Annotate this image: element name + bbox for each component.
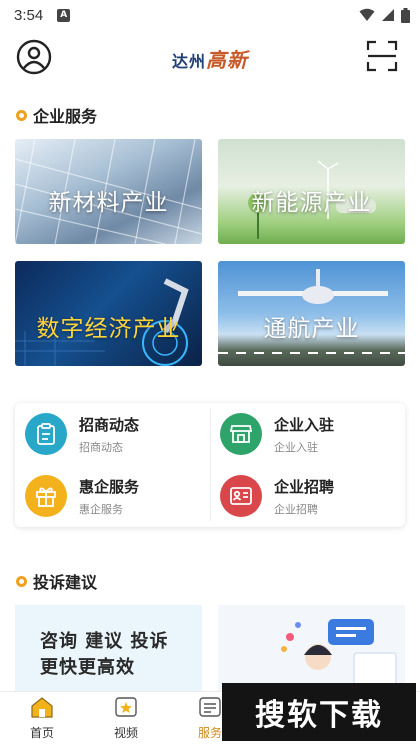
section-title-text: 企业服务 <box>33 107 98 126</box>
home-icon <box>31 697 53 718</box>
signal-icon <box>382 9 394 21</box>
tab-label: 首页 <box>29 726 54 740</box>
service-subtitle: 企业入驻 <box>274 440 318 454</box>
service-title: 企业入驻 <box>274 415 335 434</box>
industry-card-label: 通航产业 <box>263 316 360 342</box>
complaint-banner[interactable]: 咨询 建议 投诉 更快更高效 <box>15 605 202 697</box>
tab-video[interactable]: 视频 <box>96 696 156 741</box>
status-indicators <box>359 7 410 23</box>
industry-card-new-materials[interactable]: 新材料产业 <box>15 139 202 244</box>
service-icon <box>199 697 221 717</box>
battery-icon <box>401 7 410 23</box>
industry-card-label: 数字经济产业 <box>36 316 181 342</box>
service-item-recruitment[interactable]: 企业招聘 企业招聘 <box>220 475 334 517</box>
tab-home[interactable]: 首页 <box>12 696 72 741</box>
industry-card-label: 新材料产业 <box>48 190 169 216</box>
industry-card-new-energy[interactable]: 新能源产业 <box>218 139 405 244</box>
gift-icon <box>25 475 67 517</box>
service-subtitle: 招商动态 <box>79 440 123 454</box>
complaint-banner-line1: 咨询 建议 投诉 <box>40 631 169 652</box>
service-title: 企业招聘 <box>274 477 335 496</box>
clipboard-icon <box>25 413 67 455</box>
section-title-text: 投诉建议 <box>33 573 98 592</box>
service-title: 惠企服务 <box>79 477 140 496</box>
section-title-enterprise-services: 企业服务 <box>16 103 97 127</box>
brand-logo: 达州高新 <box>0 44 420 73</box>
industry-card-digital-economy[interactable]: 数字经济产业 <box>15 261 202 366</box>
notification-icon: A <box>57 8 71 22</box>
service-subtitle: 企业招聘 <box>274 502 318 516</box>
services-panel: 招商动态 招商动态 企业入驻 企业入驻 惠企服务 惠企服务 企业招聘 企业招聘 <box>15 403 405 527</box>
brand-part1: 达州 <box>171 52 206 71</box>
complaint-banner-line2: 更快更高效 <box>40 657 135 678</box>
brand-part2: 高新 <box>206 48 248 72</box>
id-card-icon <box>220 475 262 517</box>
service-item-benefit-services[interactable]: 惠企服务 惠企服务 <box>25 475 139 517</box>
service-title: 招商动态 <box>79 415 140 434</box>
app-header: 达州高新 <box>0 30 420 86</box>
service-item-investment-news[interactable]: 招商动态 招商动态 <box>25 413 139 455</box>
status-bar: 3:54 A <box>0 0 420 30</box>
section-dot-icon <box>16 109 27 121</box>
industry-card-label: 新能源产业 <box>251 190 372 216</box>
tab-label: 视频 <box>113 726 138 740</box>
service-subtitle: 惠企服务 <box>79 502 123 516</box>
industry-card-general-aviation[interactable]: 通航产业 <box>218 261 405 366</box>
scan-icon <box>366 40 398 72</box>
wifi-icon <box>359 8 375 21</box>
storefront-icon <box>220 413 262 455</box>
section-dot-icon <box>16 575 27 587</box>
watermark: 搜软下载 <box>222 683 416 741</box>
divider <box>210 409 211 521</box>
status-time: 3:54 <box>14 6 44 24</box>
section-title-complaints: 投诉建议 <box>16 569 97 593</box>
scan-button[interactable] <box>366 40 398 72</box>
service-item-enterprise-settle[interactable]: 企业入驻 企业入驻 <box>220 413 334 455</box>
star-video-icon <box>115 697 137 717</box>
